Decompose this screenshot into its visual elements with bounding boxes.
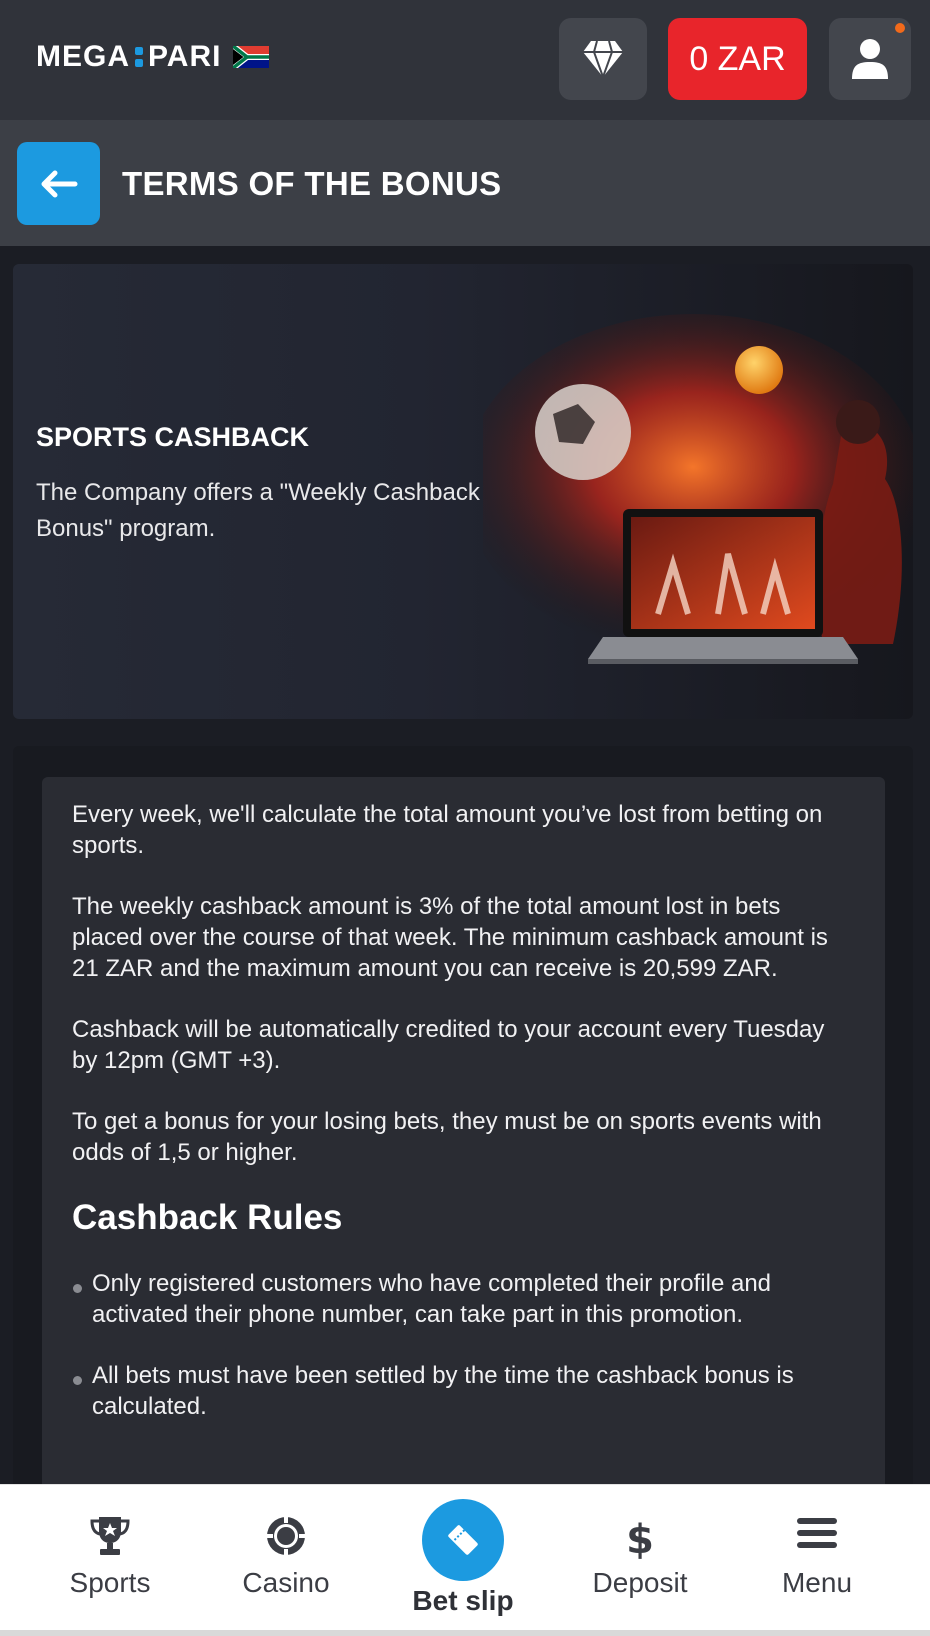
arrow-left-icon <box>41 170 77 197</box>
notification-dot <box>895 23 905 33</box>
top-header: MEGA PARI 0 ZAR <box>0 0 930 120</box>
rule-item: Only registered customers who have compl… <box>72 1268 855 1330</box>
promo-banner: SPORTS CASHBACK The Company offers a "We… <box>13 264 913 719</box>
nav-casino[interactable]: Casino <box>196 1485 376 1631</box>
system-home-bar <box>0 1630 930 1636</box>
nav-label: Deposit <box>592 1567 688 1598</box>
terms-paragraph: Cashback will be automatically credited … <box>72 1016 825 1074</box>
nav-label: Sports <box>69 1567 151 1598</box>
diamond-icon <box>583 40 623 79</box>
bottom-navigation: Sports Casino Bet slip $ Deposit Menu <box>0 1484 930 1630</box>
south-africa-flag-icon <box>233 46 270 68</box>
balance-amount: 0 ZAR <box>689 39 786 78</box>
nav-label: Menu <box>781 1567 853 1598</box>
hamburger-icon <box>797 1518 837 1548</box>
terms-paragraph: To get a bonus for your losing bets, the… <box>72 1108 822 1166</box>
svg-text:$: $ <box>626 1517 654 1559</box>
terms-paragraph: Every week, we'll calculate the total am… <box>72 801 823 859</box>
balance-button[interactable]: 0 ZAR <box>668 18 807 100</box>
rule-item: All bets must have been settled by the t… <box>72 1360 855 1422</box>
user-icon <box>852 39 888 79</box>
nav-sports[interactable]: Sports <box>20 1485 200 1631</box>
page-title-bar: TERMS OF THE BONUS <box>0 120 930 246</box>
banner-title: SPORTS CASHBACK <box>36 422 310 452</box>
page-title: TERMS OF THE BONUS <box>122 165 502 202</box>
logo-separator-icon <box>135 42 143 72</box>
banner-description: The Company offers a "Weekly Cashback Bo… <box>36 479 480 542</box>
sports-laptop-illustration <box>483 314 913 664</box>
nav-label: Casino <box>242 1567 330 1598</box>
megapari-logo[interactable]: MEGA PARI <box>36 40 270 74</box>
profile-button[interactable] <box>829 18 911 100</box>
logo-text-mega: MEGA <box>36 40 130 73</box>
gem-button[interactable] <box>559 18 647 100</box>
ticket-icon <box>448 1525 478 1555</box>
terms-paragraph: The weekly cashback amount is 3% of the … <box>72 893 828 982</box>
bet-slip-button[interactable] <box>422 1499 504 1581</box>
nav-bet-slip[interactable]: Bet slip <box>373 1485 553 1631</box>
dollar-icon: $ <box>626 1517 654 1559</box>
nav-label: Bet slip <box>412 1585 514 1616</box>
rules-heading: Cashback Rules <box>72 1198 343 1237</box>
casino-chip-icon <box>267 1517 305 1555</box>
terms-card: Every week, we'll calculate the total am… <box>42 777 885 1507</box>
rules-list: Only registered customers who have compl… <box>72 1268 855 1422</box>
nav-deposit[interactable]: $ Deposit <box>550 1485 730 1631</box>
nav-menu[interactable]: Menu <box>727 1485 907 1631</box>
trophy-icon <box>90 1517 130 1555</box>
back-button[interactable] <box>17 142 100 225</box>
logo-text-pari: PARI <box>148 40 222 73</box>
